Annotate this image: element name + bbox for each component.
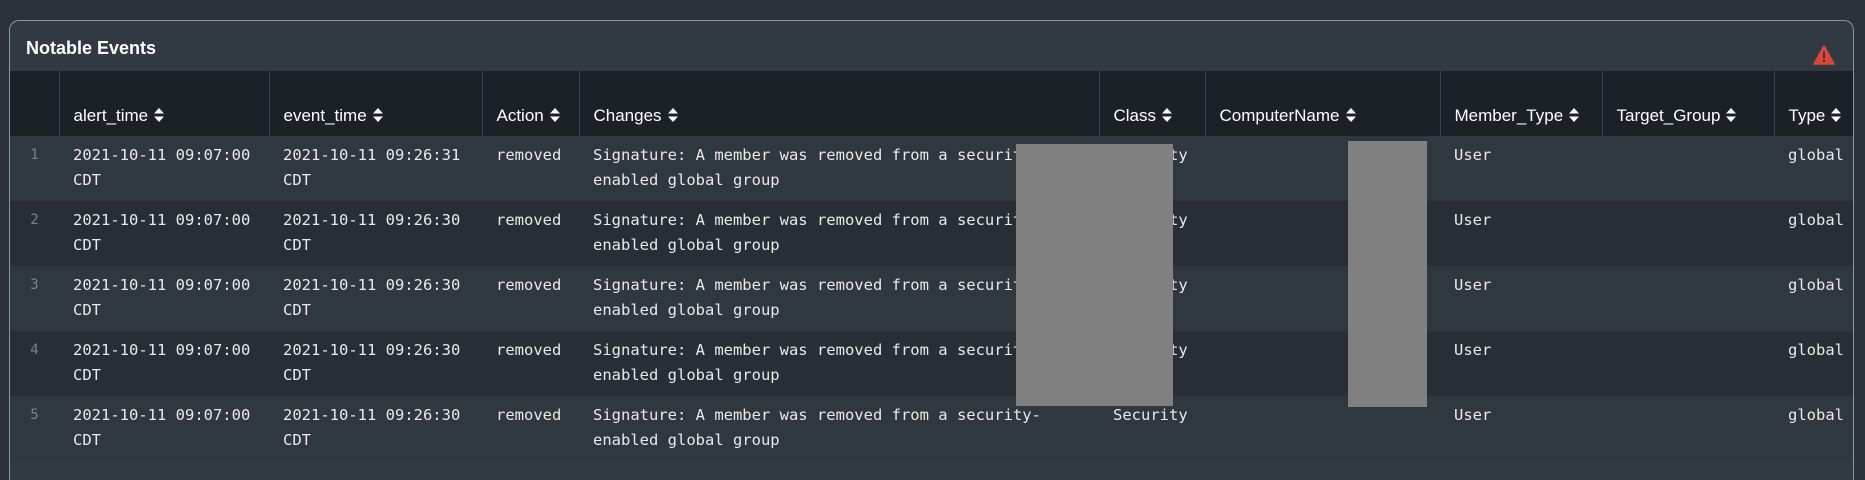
cell-type: global	[1774, 136, 1853, 201]
cell-event-time: 2021-10-11 09:26:30 CDT	[269, 331, 482, 396]
sort-icon[interactable]	[154, 108, 165, 123]
sort-icon[interactable]	[549, 108, 560, 123]
column-header-class[interactable]: Class	[1099, 71, 1206, 136]
cell-event-time: 2021-10-11 09:26:30 CDT	[269, 396, 482, 461]
column-header-target-group[interactable]: Target_Group	[1602, 71, 1775, 136]
cell-action: removed	[482, 201, 579, 266]
events-table-wrapper: alert_time event_time Action Changes Class Co…	[10, 71, 1853, 461]
cell-action: removed	[482, 331, 579, 396]
table-row[interactable]: 4 2021-10-11 09:07:00 CDT 2021-10-11 09:26…	[10, 331, 1853, 396]
notable-events-panel: Notable Events alert_timeevent_timeAct	[9, 20, 1854, 480]
table-body: 1 2021-10-11 09:07:00 CDT 2021-10-11 09:26…	[10, 136, 1853, 461]
row-number: 2	[10, 201, 59, 266]
header-rownum	[10, 71, 60, 136]
cell-alert-time: 2021-10-11 09:07:00 CDT	[59, 331, 269, 396]
column-header-label: alert_time	[73, 106, 149, 126]
cell-target-group	[1602, 331, 1774, 396]
cell-target-group	[1602, 201, 1774, 266]
column-header-member-type[interactable]: Member_Type	[1440, 71, 1603, 136]
cell-action: removed	[482, 136, 579, 201]
table-row[interactable]: 3 2021-10-11 09:07:00 CDT 2021-10-11 09:26…	[10, 266, 1853, 331]
cell-action: removed	[482, 266, 579, 331]
table-row[interactable]: 1 2021-10-11 09:07:00 CDT 2021-10-11 09:26…	[10, 136, 1853, 201]
table-row[interactable]: 5 2021-10-11 09:07:00 CDT 2021-10-11 09:26…	[10, 396, 1853, 461]
column-header-label: Type	[1788, 106, 1826, 126]
sort-icon[interactable]	[667, 108, 678, 123]
cell-type: global	[1774, 331, 1853, 396]
column-header-type[interactable]: Type	[1774, 71, 1853, 136]
sort-icon[interactable]	[1162, 108, 1173, 123]
cell-member-type: User	[1440, 331, 1602, 396]
cell-event-time: 2021-10-11 09:26:31 CDT	[269, 136, 482, 201]
cell-alert-time: 2021-10-11 09:07:00 CDT	[59, 201, 269, 266]
column-header-label: Member_Type	[1454, 106, 1564, 126]
sort-icon[interactable]	[1831, 108, 1842, 123]
cell-alert-time: 2021-10-11 09:07:00 CDT	[59, 136, 269, 201]
cell-event-time: 2021-10-11 09:26:30 CDT	[269, 266, 482, 331]
column-header-label: Changes	[593, 106, 662, 126]
column-header-action[interactable]: Action	[482, 71, 580, 136]
column-header-label: ComputerName	[1219, 106, 1340, 126]
column-header-alert-time[interactable]: alert_time	[59, 71, 270, 136]
table-row[interactable]: 2 2021-10-11 09:07:00 CDT 2021-10-11 09:26…	[10, 201, 1853, 266]
cell-target-group	[1602, 266, 1774, 331]
cell-type: global	[1774, 266, 1853, 331]
column-header-label: event_time	[283, 106, 367, 126]
panel-header: Notable Events	[10, 21, 1853, 71]
row-number: 1	[10, 136, 59, 201]
row-number: 3	[10, 266, 59, 331]
events-table: alert_time event_time Action Changes Class Co…	[10, 71, 1853, 461]
row-number: 4	[10, 331, 59, 396]
table-header: alert_time event_time Action Changes Class Co…	[10, 71, 1853, 136]
cell-event-time: 2021-10-11 09:26:30 CDT	[269, 201, 482, 266]
cell-member-type: User	[1440, 266, 1602, 331]
cell-member-type: User	[1440, 396, 1602, 461]
cell-alert-time: 2021-10-11 09:07:00 CDT	[59, 396, 269, 461]
cell-action: removed	[482, 396, 579, 461]
sort-icon[interactable]	[1569, 108, 1580, 123]
cell-type: global	[1774, 396, 1853, 461]
column-header-changes[interactable]: Changes	[579, 71, 1100, 136]
sort-icon[interactable]	[1345, 108, 1356, 123]
column-header-computername[interactable]: ComputerName	[1205, 71, 1441, 136]
cell-target-group	[1602, 136, 1774, 201]
cell-target-group	[1602, 396, 1774, 461]
column-header-label: Target_Group	[1616, 106, 1721, 126]
column-header-event-time[interactable]: event_time	[269, 71, 483, 136]
redacted-target-group	[1348, 141, 1427, 407]
cell-member-type: User	[1440, 136, 1602, 201]
column-header-label: Class	[1113, 106, 1157, 126]
cell-member-type: User	[1440, 201, 1602, 266]
cell-alert-time: 2021-10-11 09:07:00 CDT	[59, 266, 269, 331]
sort-icon[interactable]	[1726, 108, 1737, 123]
row-number: 5	[10, 396, 59, 461]
warning-triangle-icon[interactable]	[1813, 45, 1835, 65]
panel-title: Notable Events	[26, 38, 157, 58]
cell-type: global	[1774, 201, 1853, 266]
redacted-computername	[1016, 144, 1173, 406]
sort-icon[interactable]	[372, 108, 383, 123]
column-header-label: Action	[496, 106, 544, 126]
